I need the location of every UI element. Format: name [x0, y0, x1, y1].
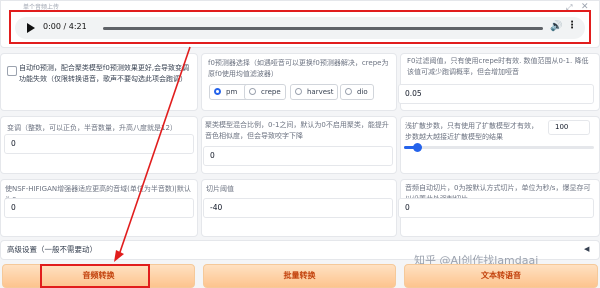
more-options-icon[interactable]: ⋮ — [567, 20, 577, 31]
f0-auto-label: 自动f0预测，配合聚类模型f0预测效果更好,会导致变调功能失效（仅限转换语音，歌… — [19, 64, 190, 83]
radio-dio-label: dio — [357, 88, 368, 96]
volume-icon[interactable]: 🔊 — [550, 21, 562, 32]
radio-dio-dot — [345, 88, 352, 95]
audio-convert-button[interactable]: 音频转换 — [2, 264, 195, 288]
radio-pm-dot — [214, 88, 221, 95]
expand-icon[interactable]: ⤢ — [566, 3, 572, 13]
slice-input[interactable]: -40 — [203, 198, 393, 218]
diffusion-value-input[interactable]: 100 — [548, 120, 590, 135]
radio-pm-label: pm — [226, 88, 238, 96]
f0-predictor-label: f0预测器选择（如遇哑音可以更换f0预测器解决，crepe为原f0使用均值滤波器… — [208, 59, 389, 78]
radio-crepe-label: crepe — [261, 88, 281, 96]
cluster-input[interactable]: 0 — [203, 146, 393, 166]
advanced-settings-label: 高级设置（一般不需要动） — [7, 245, 97, 254]
radio-pm[interactable]: pm — [209, 84, 249, 100]
cluster-label: 聚类模型混合比例，0-1之间，默认为0不启用聚类，能提升音色相似度，但会导致咬字… — [205, 121, 389, 140]
audio-player[interactable]: 0:00 / 4:21 🔊 ⋮ — [15, 17, 585, 39]
close-icon[interactable]: ✕ — [581, 2, 589, 12]
diffusion-slider-track[interactable] — [404, 143, 594, 152]
f0-predictor-panel: f0预测器选择（如遇哑音可以更换f0预测器解决，crepe为原f0使用均值滤波器… — [201, 53, 397, 111]
audio-panel: 单个音频上传 ⤢ ✕ 0:00 / 4:21 🔊 ⋮ — [0, 0, 600, 48]
radio-harvest-label: harvest — [307, 88, 334, 96]
f0-filter-label: F0过滤阈值，只有使用crepe时有效. 数值范围从0-1. 降低该值可减少跑调… — [407, 57, 589, 76]
batch-convert-button[interactable]: 批量转换 — [203, 264, 396, 288]
f0-filter-input[interactable]: 0.05 — [398, 84, 594, 104]
slice-label: 切片阈值 — [206, 185, 234, 193]
text-to-speech-button[interactable]: 文本转语音 — [404, 264, 598, 288]
diffusion-label: 浅扩散步数，只有使用了扩散模型才有效，步数越大越接近扩散模型的结果 — [405, 122, 538, 141]
seek-bar[interactable] — [103, 27, 543, 30]
radio-dio[interactable]: dio — [340, 84, 374, 100]
radio-crepe[interactable]: crepe — [244, 84, 286, 100]
collapse-arrow-icon[interactable]: ◀ — [584, 245, 589, 253]
audio-section-label: 单个音频上传 — [23, 4, 60, 11]
auto-slice-input[interactable]: 0 — [398, 198, 594, 218]
radio-harvest-dot — [295, 88, 302, 95]
transpose-label: 变调（整数，可以正负，半音数量，升高八度就是12） — [7, 124, 177, 132]
f0-auto-panel: 自动f0预测，配合聚类模型f0预测效果更好,会导致变调功能失效（仅限转换语音，歌… — [0, 53, 198, 111]
f0-auto-checkbox[interactable] — [7, 66, 17, 76]
play-icon[interactable] — [27, 23, 35, 33]
radio-harvest[interactable]: harvest — [290, 84, 338, 100]
hifigan-input[interactable]: 0 — [4, 198, 194, 218]
radio-crepe-dot — [249, 88, 256, 95]
time-display: 0:00 / 4:21 — [43, 22, 87, 31]
transpose-input[interactable]: 0 — [4, 134, 194, 154]
